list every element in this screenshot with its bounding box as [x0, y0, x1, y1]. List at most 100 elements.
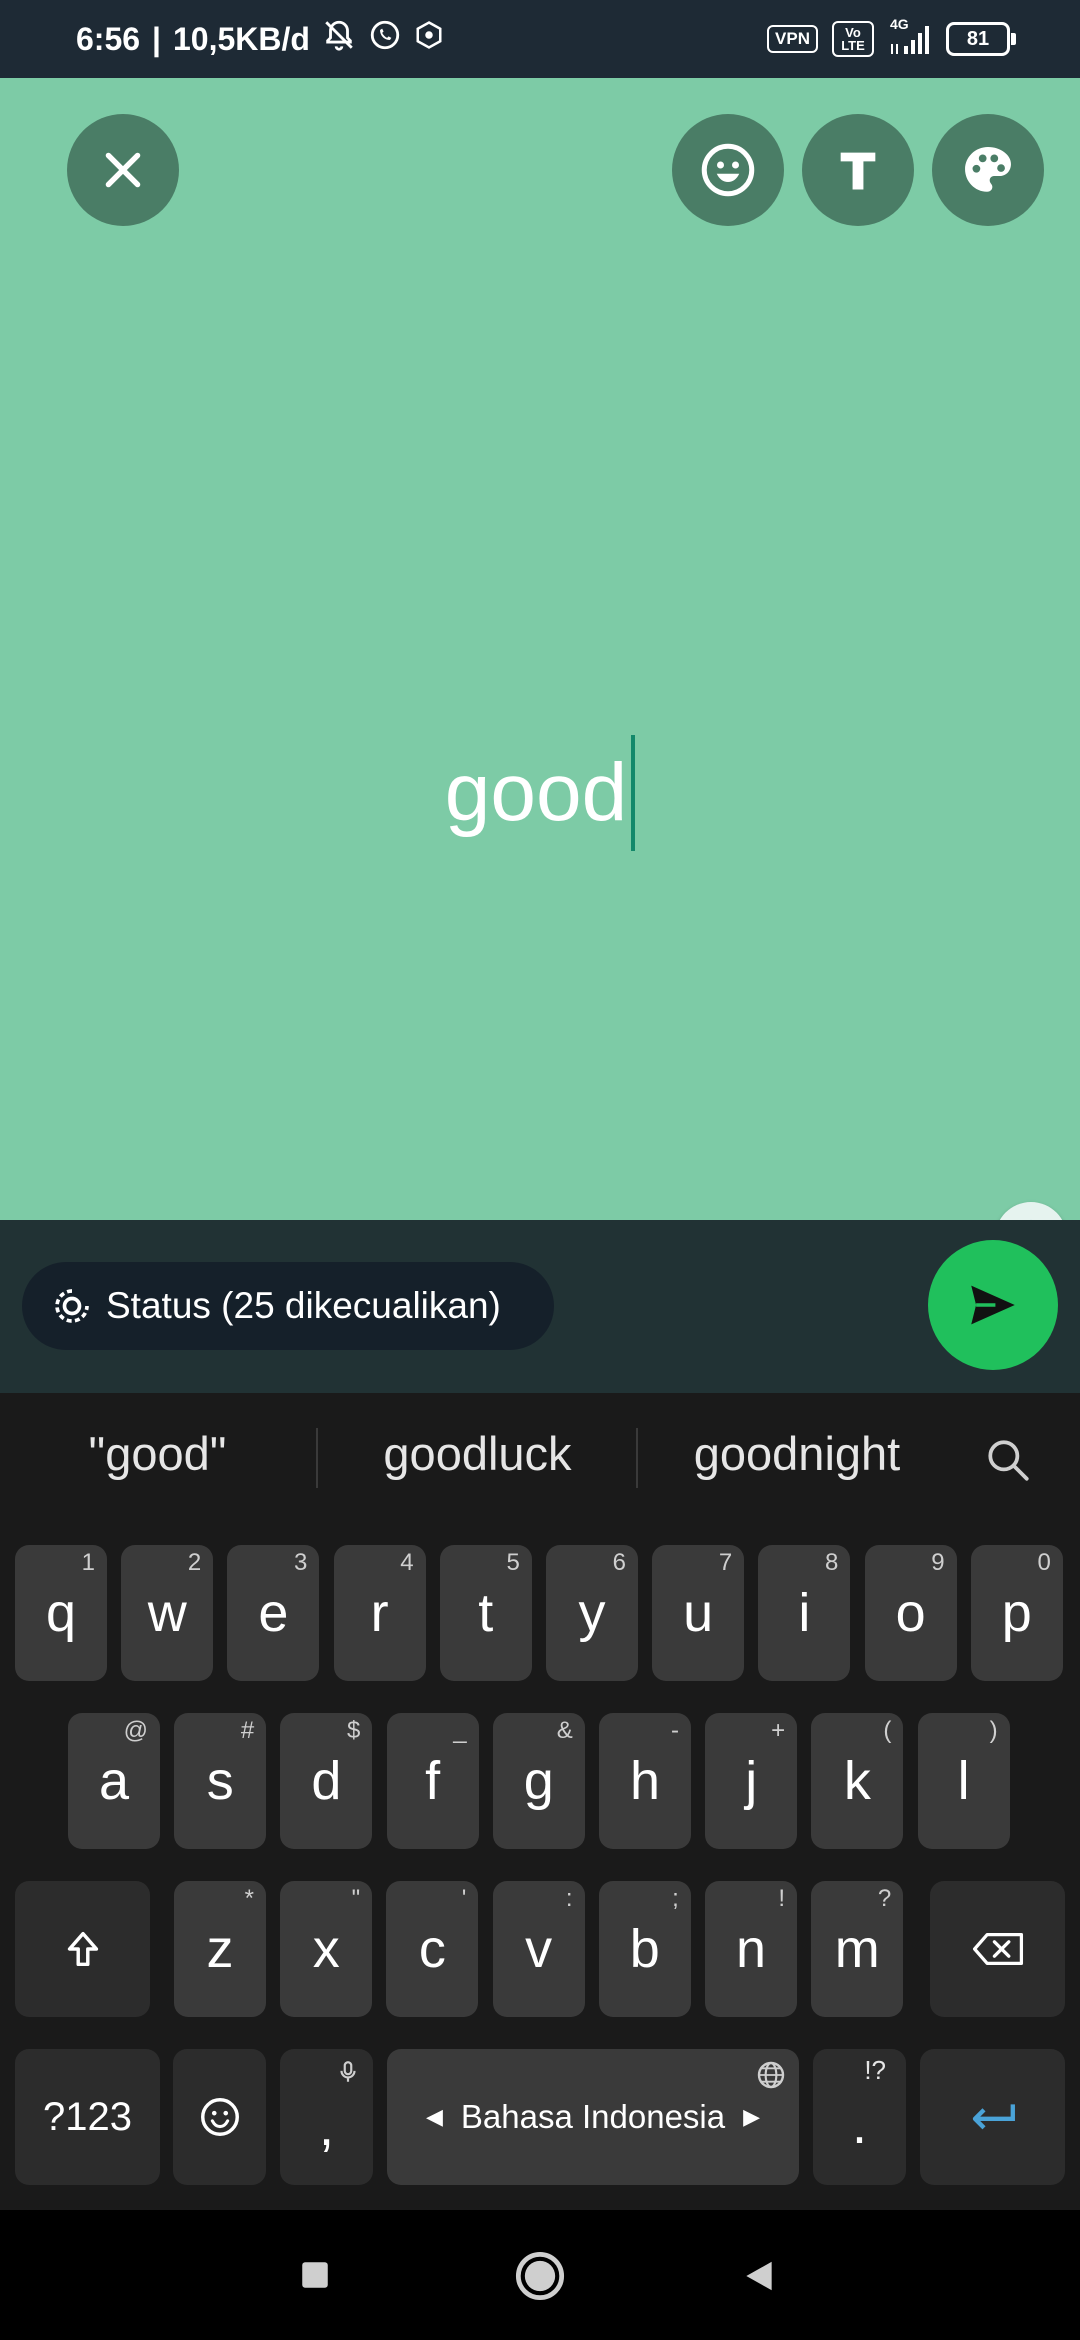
suggestion-item[interactable]: goodnight — [672, 1426, 922, 1481]
color-palette-button[interactable] — [932, 114, 1044, 226]
key-i[interactable]: i8 — [758, 1545, 851, 1681]
key-label: x — [312, 1919, 340, 1979]
key-j[interactable]: j + — [705, 1713, 798, 1849]
text-style-button[interactable] — [802, 114, 914, 226]
key-hint: 7 — [718, 1549, 733, 1576]
close-icon — [105, 152, 141, 188]
search-icon — [988, 1440, 1029, 1481]
shift-key[interactable] — [15, 1881, 150, 2017]
suggestion-item[interactable]: "good" — [40, 1426, 275, 1481]
suggestion-divider — [316, 1428, 318, 1488]
key-hint: @ — [123, 1717, 148, 1744]
home-button[interactable] — [514, 2250, 566, 2307]
emoji-key[interactable] — [173, 2049, 266, 2185]
key-r[interactable]: r4 — [333, 1545, 426, 1681]
separator: | — [152, 20, 161, 57]
status-canvas[interactable]: good — [0, 78, 1080, 1274]
key-q[interactable]: q1 — [15, 1545, 107, 1681]
key-label: z — [206, 1919, 234, 1979]
key-hint: ( — [883, 1717, 892, 1744]
key-a[interactable]: a @ — [68, 1713, 160, 1849]
period-key[interactable]: . !? — [813, 2049, 906, 2185]
key-hint: 3 — [294, 1549, 308, 1576]
status-bottom-bar: Status (25 dikecualikan) — [0, 1220, 1080, 1393]
key-t[interactable]: t5 — [439, 1545, 532, 1681]
emoji-button[interactable] — [672, 114, 784, 226]
key-x[interactable]: x " — [280, 1881, 373, 2017]
key-w[interactable]: w2 — [121, 1545, 214, 1681]
key-label: p — [1001, 1583, 1032, 1643]
key-label: t — [478, 1583, 494, 1643]
status-text-area[interactable]: good — [0, 733, 1080, 853]
key-hint: ' — [461, 1885, 467, 1912]
key-d[interactable]: d $ — [280, 1713, 373, 1849]
key-n[interactable]: n! — [705, 1881, 797, 2017]
close-button[interactable] — [67, 114, 179, 226]
space-bar[interactable]: ◀ Bahasa Indonesia ▶ — [387, 2049, 799, 2185]
microphone-icon — [340, 2061, 356, 2082]
period-hint: !? — [864, 2055, 886, 2085]
backspace-icon — [972, 1932, 1023, 1966]
status-bar-right: VPN Vo LTE 4G 81 — [767, 14, 1016, 64]
key-label: h — [629, 1751, 661, 1811]
key-b[interactable]: b; — [598, 1881, 691, 2017]
status-bar-left: 6:56 | 10,5KB/d — [76, 14, 444, 64]
key-e[interactable]: e3 — [227, 1545, 320, 1681]
key-label: n — [735, 1919, 767, 1979]
smiley-icon — [701, 143, 755, 197]
whatsapp-icon — [368, 18, 402, 60]
muted-bell-icon — [322, 18, 356, 60]
send-icon — [971, 1285, 1015, 1325]
key-hint: ! — [778, 1885, 785, 1912]
key-label: y — [578, 1583, 606, 1643]
key-u[interactable]: u7 — [652, 1545, 745, 1681]
key-label: b — [629, 1919, 660, 1979]
volte-badge: Vo LTE — [832, 21, 874, 57]
key-p[interactable]: p0 — [970, 1545, 1063, 1681]
key-y[interactable]: y6 — [546, 1545, 638, 1681]
key-c[interactable]: c ' — [386, 1881, 479, 2017]
comma-key[interactable]: , — [280, 2049, 373, 2185]
key-hint: : — [565, 1885, 573, 1912]
key-label: j — [745, 1751, 758, 1811]
shield-app-icon — [414, 20, 444, 58]
key-k[interactable]: k( — [811, 1713, 904, 1849]
audience-selector[interactable]: Status (25 dikecualikan) — [22, 1262, 554, 1350]
key-s[interactable]: s # — [174, 1713, 267, 1849]
recent-apps-button[interactable] — [298, 2258, 332, 2297]
status-text-input[interactable]: good — [445, 746, 627, 840]
key-v[interactable]: v: — [492, 1881, 585, 2017]
suggestion-item[interactable]: goodluck — [355, 1426, 600, 1481]
vpn-badge: VPN — [767, 25, 818, 53]
key-l[interactable]: l) — [917, 1713, 1010, 1849]
system-navigation-bar — [0, 2210, 1080, 2340]
shift-arrow-icon — [67, 1931, 98, 1967]
key-label: w — [147, 1583, 187, 1643]
back-button[interactable] — [740, 2256, 778, 2301]
text-t-icon — [840, 152, 876, 190]
send-button[interactable] — [928, 1240, 1058, 1370]
soft-keyboard: "good" goodluck goodnight ?123 , ◀ Bahas… — [0, 1393, 1080, 2210]
key-label: e — [258, 1583, 289, 1643]
language-next-arrow-icon: ▶ — [743, 2104, 761, 2129]
key-label: u — [683, 1583, 714, 1643]
key-hint: ) — [989, 1717, 998, 1744]
signal-icon: 4G — [888, 16, 932, 56]
key-hint: * — [244, 1885, 254, 1912]
back-triangle-icon — [746, 2261, 772, 2291]
audience-label: Status (25 dikecualikan) — [106, 1285, 501, 1326]
backspace-key[interactable] — [930, 1881, 1065, 2017]
key-h[interactable]: h- — [599, 1713, 691, 1849]
suggestion-divider — [636, 1428, 638, 1488]
key-hint: " — [351, 1885, 361, 1912]
symbols-key[interactable]: ?123 — [15, 2049, 160, 2185]
key-g[interactable]: g & — [492, 1713, 585, 1849]
palette-icon — [965, 147, 1011, 192]
key-m[interactable]: m? — [811, 1881, 904, 2017]
enter-key[interactable] — [920, 2049, 1065, 2185]
key-f[interactable]: f _ — [386, 1713, 479, 1849]
search-button[interactable] — [983, 1435, 1033, 1496]
key-o[interactable]: o9 — [864, 1545, 957, 1681]
suggestion-bar: "good" goodluck goodnight — [0, 1393, 1080, 1523]
key-z[interactable]: z * — [174, 1881, 266, 2017]
